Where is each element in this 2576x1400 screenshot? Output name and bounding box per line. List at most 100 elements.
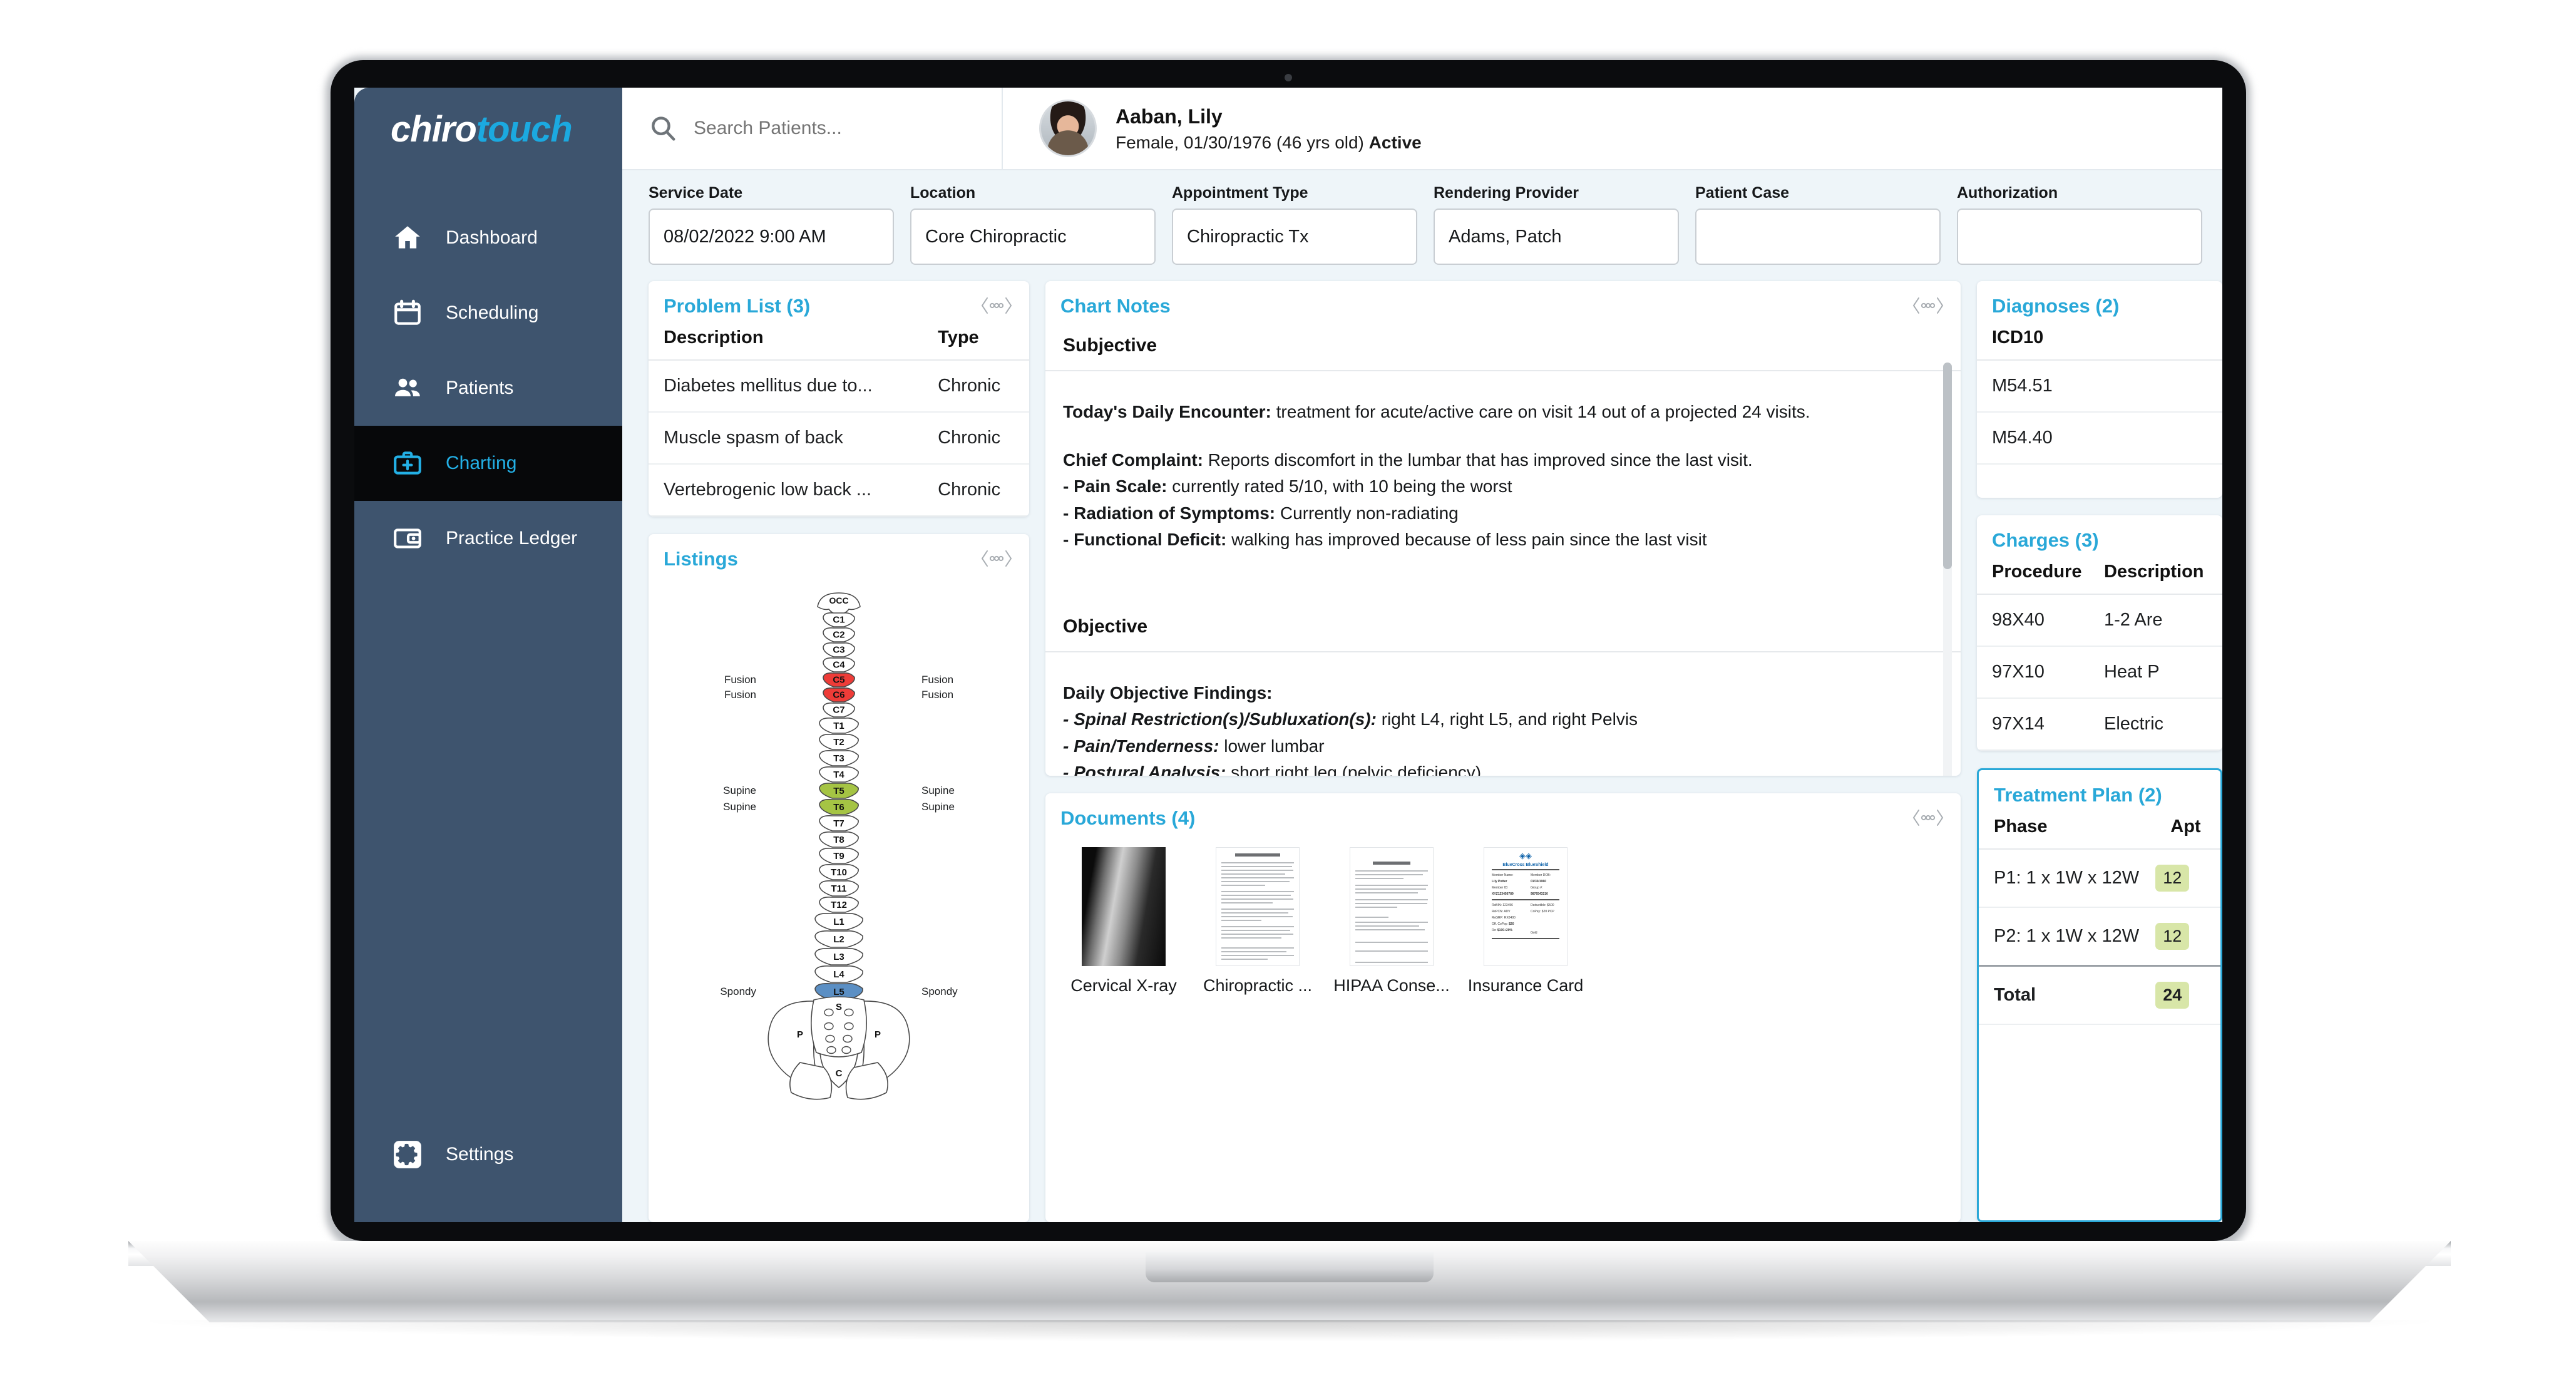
brand-name-part2: touch <box>476 108 573 150</box>
vertebra-L3[interactable]: L3 <box>814 947 863 965</box>
vertebra-OCC[interactable]: OCC <box>817 592 861 615</box>
sidebar-item-scheduling[interactable]: Scheduling <box>354 275 622 351</box>
vertebra-L2[interactable]: L2 <box>814 930 863 948</box>
search-input[interactable] <box>694 118 957 139</box>
vertebra-T3[interactable]: T3 <box>819 749 859 766</box>
laptop-trackpad-notch <box>1146 1252 1434 1282</box>
vertebra-T11[interactable]: T11 <box>819 880 859 897</box>
vertebra-T7[interactable]: T7 <box>819 815 859 831</box>
cell-type: Chronic <box>923 464 1029 517</box>
authorization-input[interactable] <box>1957 208 2202 265</box>
vertebra-T12[interactable]: T12 <box>819 896 859 913</box>
resize-handle-icon[interactable] <box>979 295 1014 316</box>
document-item-hipaa-consent[interactable]: HIPAA Conse... <box>1332 847 1451 996</box>
cell-description: Muscle spasm of back <box>649 412 923 465</box>
table-row[interactable]: 98X40 1-2 Are <box>1977 594 2222 647</box>
vertebra-C6[interactable]: C6 <box>823 687 855 703</box>
vertebra-label: OCC <box>829 595 848 605</box>
sidebar-item-dashboard[interactable]: Dashboard <box>354 200 622 275</box>
vertebra-label: C1 <box>833 614 844 625</box>
field-patient-case: Patient Case <box>1695 184 1941 265</box>
vertebra-L4[interactable]: L4 <box>814 965 863 983</box>
findings-label-line: Daily Objective Findings: <box>1063 680 1943 707</box>
sidebar-item-practice-ledger[interactable]: Practice Ledger <box>354 501 622 576</box>
search-bar[interactable] <box>622 88 1003 169</box>
vertebra-T1[interactable]: T1 <box>819 717 859 734</box>
listing-label-left: Supine <box>723 785 756 796</box>
laptop-ground-shadow <box>150 1320 2429 1341</box>
sidebar-item-label: Dashboard <box>446 227 538 248</box>
vertebra-C5[interactable]: C5 <box>823 672 855 687</box>
vertebra-T10[interactable]: T10 <box>819 863 859 880</box>
table-row[interactable]: Diabetes mellitus due to... Chronic <box>649 360 1029 413</box>
sidebar-item-settings[interactable]: Settings <box>354 1117 622 1192</box>
scrollbar-thumb[interactable] <box>1943 363 1952 569</box>
problem-list-table: Description Type Diabetes mellitus due t… <box>649 324 1029 517</box>
bullet-text: walking has improved because of less pai… <box>1226 530 1707 550</box>
total-label: Total <box>1979 965 2156 1025</box>
vertebra-label: L5 <box>833 987 844 997</box>
vertebra-L1[interactable]: L1 <box>814 912 863 930</box>
vertebra-label: T11 <box>831 883 846 894</box>
table-row[interactable]: 97X10 Heat P <box>1977 646 2222 699</box>
resize-handle-icon[interactable] <box>1911 295 1946 316</box>
charges-table: Procedure Description 98X40 1-2 Are 97X1… <box>1977 558 2222 751</box>
sidebar-item-charting[interactable]: Charting <box>354 426 622 501</box>
location-input[interactable]: Core Chiropractic <box>910 208 1156 265</box>
patient-name: Aaban, Lily <box>1116 105 1223 128</box>
document-item-chiropractic-consent[interactable]: Chiropractic ... <box>1198 847 1317 996</box>
document-label: Chiropractic ... <box>1203 976 1313 995</box>
table-row[interactable]: M54.40 <box>1977 412 2222 465</box>
rendering-provider-input[interactable]: Adams, Patch <box>1434 208 1679 265</box>
sidebar-item-patients[interactable]: Patients <box>354 351 622 426</box>
vertebra-T2[interactable]: T2 <box>819 733 859 750</box>
table-row[interactable]: Muscle spasm of back Chronic <box>649 412 1029 465</box>
pelvis-diagram[interactable]: S P P C <box>767 996 910 1100</box>
charges-panel: Charges (3) Procedure Description 98X40 <box>1977 515 2222 751</box>
people-icon <box>391 371 424 405</box>
field-service-date: Service Date 08/02/2022 9:00 AM <box>649 184 894 265</box>
vertebra-C4[interactable]: C4 <box>823 657 855 672</box>
vertebra-T9[interactable]: T9 <box>819 847 859 864</box>
calendar-icon <box>391 296 424 330</box>
field-label: Service Date <box>649 184 743 202</box>
table-row[interactable]: M54.51 <box>1977 360 2222 413</box>
vertebra-C1[interactable]: C1 <box>823 612 855 627</box>
table-row[interactable]: 97X14 Electric <box>1977 698 2222 751</box>
vertebra-C3[interactable]: C3 <box>823 642 855 657</box>
listing-label-left: Spondy <box>720 986 756 997</box>
sidebar-item-label: Scheduling <box>446 302 539 323</box>
vertebra-T5[interactable]: T5 <box>819 782 859 799</box>
vertebra-T8[interactable]: T8 <box>819 831 859 848</box>
vertebra-label: L3 <box>833 952 844 962</box>
table-row[interactable]: Vertebrogenic low back ... Chronic <box>649 464 1029 517</box>
resize-handle-icon[interactable] <box>1911 807 1946 828</box>
vertebra-T4[interactable]: T4 <box>819 766 859 783</box>
complaint-text: Reports discomfort in the lumbar that ha… <box>1203 450 1753 470</box>
table-row[interactable]: P2: 1 x 1W x 12W 12 <box>1979 907 2220 967</box>
column-header-icd10: ICD10 <box>1977 324 2222 361</box>
document-item-insurance-card[interactable]: ◈◈ BlueCross BlueShield Member Name: Lil… <box>1466 847 1585 996</box>
apt-badge: 12 <box>2155 923 2190 950</box>
chart-notes-panel: Chart Notes Subjective Today's Daily Enc… <box>1045 281 1961 776</box>
vertebra-T6[interactable]: T6 <box>819 798 859 815</box>
document-item-cervical-xray[interactable]: Cervical X-ray <box>1064 847 1183 996</box>
rxpcn-label: RxPCN: <box>1492 910 1504 914</box>
off-copay-value: $20 <box>1509 922 1514 926</box>
sidebar: chirotouch Dashboard Scheduling Patients… <box>354 88 622 1222</box>
member-dob-label: Member DOB: <box>1531 873 1551 877</box>
table-row[interactable]: P1: 1 x 1W x 12W 12 <box>1979 849 2220 908</box>
service-date-input[interactable]: 08/02/2022 9:00 AM <box>649 208 894 265</box>
patient-demographics: Female, 01/30/1976 (46 yrs old) <box>1116 133 1364 152</box>
appointment-type-input[interactable]: Chiropractic Tx <box>1172 208 1417 265</box>
vertebra-label: T1 <box>833 721 844 731</box>
patient-meta: Female, 01/30/1976 (46 yrs old) Active <box>1116 133 1422 153</box>
resize-handle-icon[interactable] <box>979 548 1014 569</box>
sidebar-item-label: Charting <box>446 453 517 473</box>
vertebra-C7[interactable]: C7 <box>823 703 855 718</box>
table-row-total: Total 24 <box>1979 965 2220 1025</box>
patient-case-input[interactable] <box>1695 208 1941 265</box>
spine-diagram[interactable]: OCC C1 C2 C3 C4 C5 C6 C7 T1 T2 T3 T4 T5 T6 T7 T8 T9 T10 T1… <box>649 577 1029 1128</box>
vertebra-C2[interactable]: C2 <box>823 627 855 642</box>
bullet-label: - Pain Scale: <box>1063 476 1167 497</box>
